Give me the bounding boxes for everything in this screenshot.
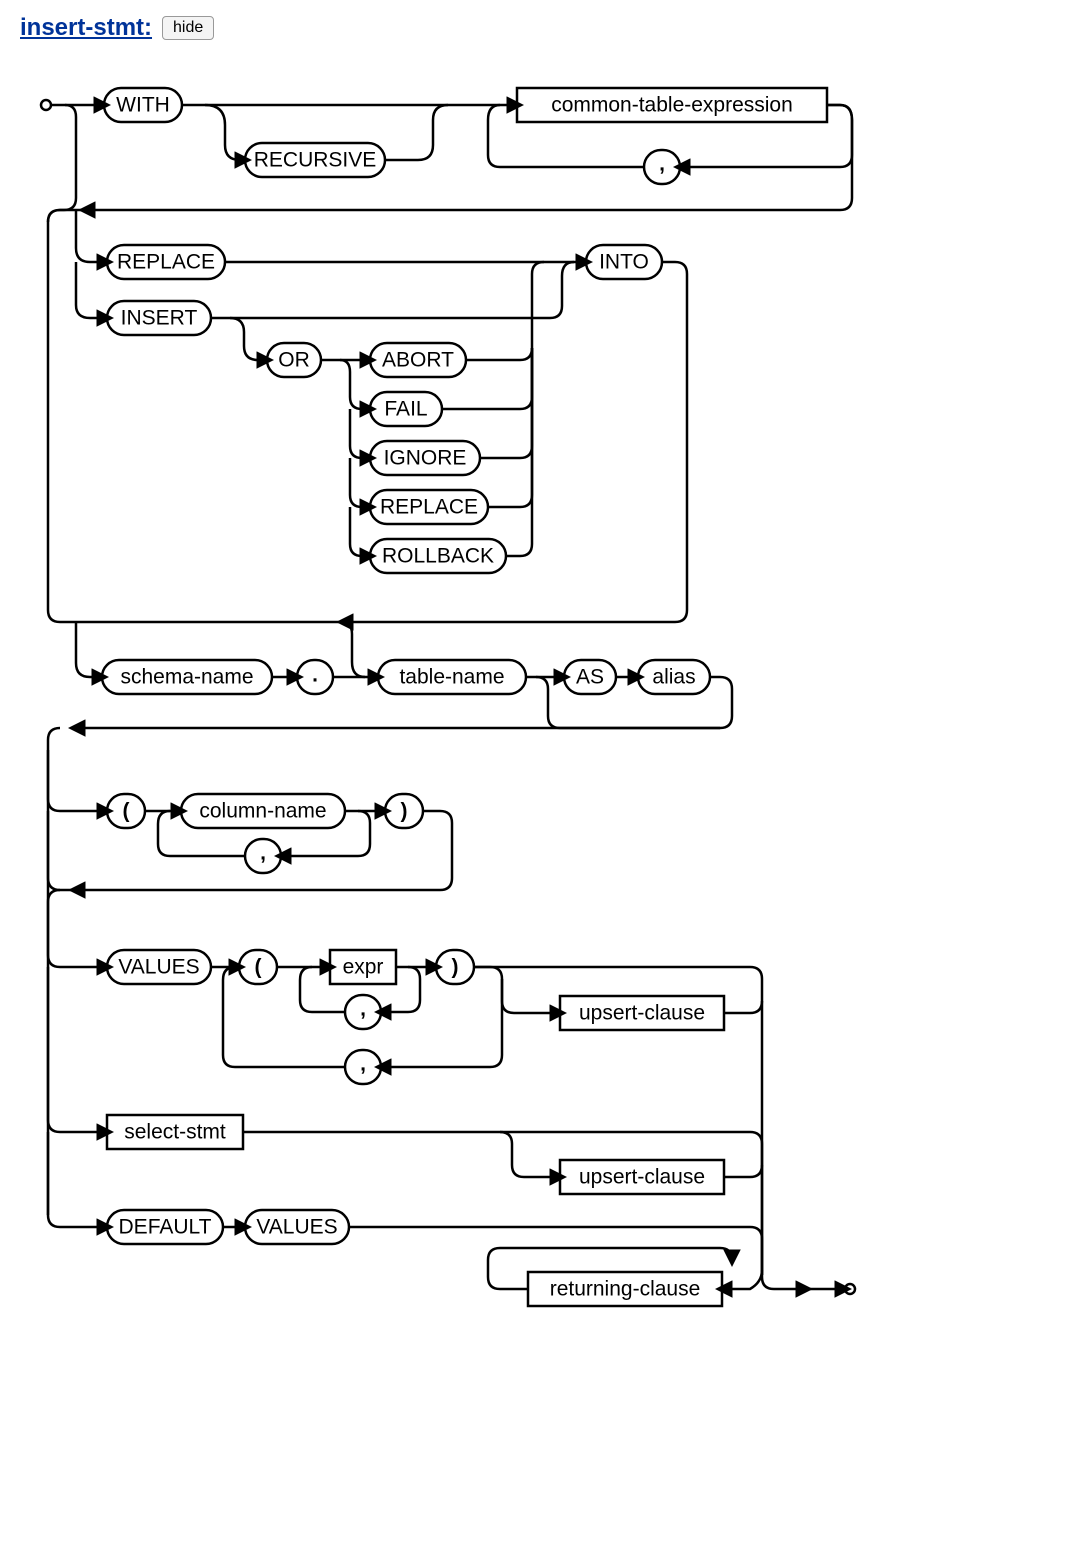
- node-upsert1: upsert-clause: [579, 1002, 705, 1025]
- node-schema-name: schema-name: [120, 666, 253, 689]
- node-comma-cols: ,: [260, 842, 266, 865]
- node-table-name: table-name: [399, 666, 504, 689]
- node-rparen-cols: ): [401, 800, 408, 823]
- node-rollback: ROLLBACK: [382, 545, 494, 568]
- node-default: DEFAULT: [119, 1216, 212, 1239]
- node-with: WITH: [116, 94, 170, 117]
- node-lparen-cols: (: [123, 800, 130, 823]
- node-values: VALUES: [118, 956, 199, 979]
- node-or: OR: [278, 349, 310, 372]
- node-select-stmt: select-stmt: [124, 1121, 226, 1144]
- node-replace2: REPLACE: [380, 496, 478, 519]
- node-comma-cte: ,: [659, 153, 665, 176]
- node-comma-expr: ,: [360, 998, 366, 1021]
- node-ignore: IGNORE: [384, 447, 467, 470]
- diagram-title-link[interactable]: insert-stmt:: [20, 14, 152, 42]
- node-dot: .: [312, 664, 318, 687]
- node-alias: alias: [652, 666, 695, 689]
- node-expr: expr: [343, 956, 384, 979]
- node-rparen-vals: ): [452, 956, 459, 979]
- node-lparen-vals: (: [255, 956, 262, 979]
- node-cte: common-table-expression: [551, 94, 793, 117]
- node-recursive: RECURSIVE: [254, 149, 377, 172]
- syntax-diagram: WITH RECURSIVE common-table-expression ,…: [20, 50, 870, 1310]
- node-values2: VALUES: [256, 1216, 337, 1239]
- node-insert: INSERT: [121, 307, 198, 330]
- node-replace: REPLACE: [117, 251, 215, 274]
- node-fail: FAIL: [384, 398, 427, 421]
- node-comma-row: ,: [360, 1053, 366, 1076]
- node-column-name: column-name: [199, 800, 326, 823]
- node-returning: returning-clause: [550, 1278, 701, 1301]
- node-into: INTO: [599, 251, 649, 274]
- node-as: AS: [576, 666, 604, 689]
- node-upsert2: upsert-clause: [579, 1166, 705, 1189]
- hide-button[interactable]: hide: [162, 16, 214, 40]
- node-abort: ABORT: [382, 349, 454, 372]
